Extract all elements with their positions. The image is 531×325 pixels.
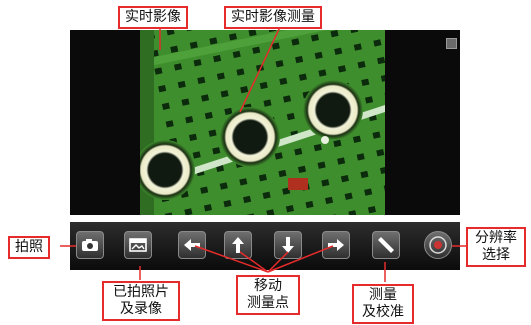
callout-resolution-line1: 分辨率	[475, 230, 517, 246]
callout-gallery-line2: 及录像	[120, 301, 162, 317]
callout-measure: 测量 及校准	[352, 284, 414, 324]
callout-gallery: 已拍照片 及录像	[102, 281, 180, 321]
callout-move-line2: 测量点	[247, 295, 289, 311]
callout-live-view: 实时影像	[118, 6, 188, 29]
callout-resolution-line2: 选择	[482, 247, 510, 263]
callout-capture: 拍照	[8, 236, 50, 259]
callout-measure-line2: 及校准	[362, 304, 404, 320]
callout-move-line1: 移动	[254, 278, 282, 294]
callout-move-point: 移动 测量点	[236, 275, 300, 315]
callout-resolution: 分辨率 选择	[466, 227, 526, 267]
callout-live-measure: 实时影像测量	[224, 6, 322, 29]
callout-measure-line1: 测量	[369, 287, 397, 303]
callout-gallery-line1: 已拍照片	[113, 284, 169, 300]
